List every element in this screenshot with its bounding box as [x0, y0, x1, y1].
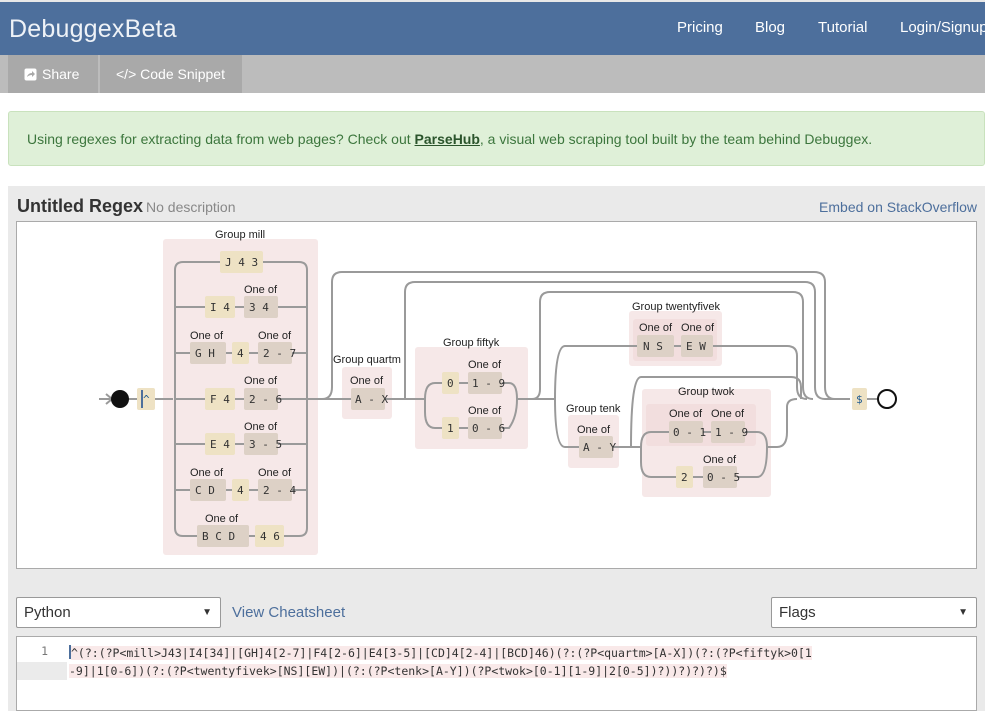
regex-title[interactable]: Untitled Regex	[17, 196, 143, 217]
quartm-class-text: A - X	[355, 393, 388, 406]
share-icon	[24, 68, 37, 80]
group-tenk-label: Group tenk	[566, 403, 621, 415]
share-button[interactable]: Share	[8, 55, 98, 93]
mill-opt5b-text: 3 - 5	[249, 438, 282, 451]
mill-opt7a-text: B C D	[202, 530, 235, 543]
regex-line-1: ^(?:(?P<mill>J43|I4[34]|[GH]4[2-7]|F4[2-…	[71, 646, 812, 660]
twok-a2-oneof: One of	[711, 408, 745, 420]
mill-opt6c-text: 2 - 4	[263, 484, 296, 497]
mill-opt6-oneof-a: One of	[190, 467, 224, 479]
end-anchor-text: $	[856, 393, 863, 406]
alert-text-after: , a visual web scraping tool built by th…	[479, 131, 873, 147]
mill-opt7-oneof: One of	[205, 513, 239, 525]
regex-line-2: -9]|1[0-6])(?:(?P<twentyfivek>[NS][EW])|…	[69, 664, 727, 678]
twok-b2-text: 0 - 5	[707, 471, 740, 484]
mill-opt3c-text: 2 - 7	[263, 347, 296, 360]
nav-login-signup[interactable]: Login/Signup	[900, 19, 985, 36]
caret-down-icon: ▼	[958, 607, 968, 618]
mill-opt5a-text: E 4	[210, 438, 230, 451]
mill-opt3a-text: G H	[195, 347, 215, 360]
parsehub-link[interactable]: ParseHub	[415, 131, 480, 147]
start-anchor-text: ^	[143, 393, 150, 406]
mill-opt7b-text: 4 6	[260, 530, 280, 543]
mill-opt6a-text: C D	[195, 484, 215, 497]
fiftyk-b2-text: 0 - 6	[472, 422, 505, 435]
nav-tutorial[interactable]: Tutorial	[818, 19, 867, 36]
twok-b1-text: 2	[681, 471, 688, 484]
embed-stackoverflow-link[interactable]: Embed on StackOverflow	[819, 199, 977, 215]
mill-opt3-oneof-c: One of	[258, 330, 292, 342]
share-button-label: Share	[42, 66, 80, 82]
regex-code[interactable]: ^(?:(?P<mill>J43|I4[34]|[GH]4[2-7]|F4[2-…	[69, 644, 949, 680]
line-number-continuation	[17, 662, 67, 680]
group-twok-label: Group twok	[678, 386, 735, 398]
caret-down-icon: ▼	[202, 607, 212, 618]
start-node-icon	[111, 390, 129, 408]
railroad-diagram: ^ Group mill J 4 3 I 4 One of 3 4 One of…	[16, 221, 977, 569]
fiftyk-a2-text: 1 - 9	[472, 377, 505, 390]
quartm-oneof: One of	[350, 375, 384, 387]
twentyfivek-b-oneof: One of	[681, 322, 715, 334]
flags-select[interactable]: Flags ▼	[771, 597, 977, 628]
fiftyk-a-oneof: One of	[468, 359, 502, 371]
top-navbar: DebuggexBeta Pricing Blog Tutorial Login…	[0, 0, 985, 55]
end-node-icon	[877, 389, 897, 409]
nav-pricing[interactable]: Pricing	[677, 19, 723, 36]
parsehub-alert: Using regexes for extracting data from w…	[8, 111, 985, 166]
code-snippet-label: </> Code Snippet	[116, 66, 225, 82]
twentyfivek-a-oneof: One of	[639, 322, 673, 334]
tenk-oneof: One of	[577, 424, 611, 436]
twok-a1-oneof: One of	[669, 408, 703, 420]
mill-opt2b-text: 3 4	[249, 301, 269, 314]
twok-a1-text: 0 - 1	[673, 426, 706, 439]
group-quartm-label: Group quartm	[333, 354, 401, 366]
view-cheatsheet-link[interactable]: View Cheatsheet	[232, 604, 345, 621]
alert-text-before: Using regexes for extracting data from w…	[27, 131, 415, 147]
language-select[interactable]: Python ▼	[16, 597, 221, 628]
mill-opt4b-text: 2 - 6	[249, 393, 282, 406]
group-mill-box	[163, 239, 318, 555]
fiftyk-b1-text: 1	[447, 422, 454, 435]
mill-opt3b-text: 4	[237, 347, 244, 360]
twok-b2-oneof: One of	[703, 454, 737, 466]
mill-opt4a-text: F 4	[210, 393, 230, 406]
railroad-svg: ^ Group mill J 4 3 I 4 One of 3 4 One of…	[99, 229, 897, 555]
group-twentyfivek-label: Group twentyfivek	[632, 301, 721, 313]
twentyfivek-b-text: E W	[686, 340, 706, 353]
mill-opt1-text: J 4 3	[225, 256, 258, 269]
fiftyk-a1-text: 0	[447, 377, 454, 390]
toolbar: Share </> Code Snippet	[0, 55, 985, 93]
flags-select-value: Flags	[779, 604, 816, 621]
group-mill-label: Group mill	[215, 229, 265, 241]
twok-a2-text: 1 - 9	[715, 426, 748, 439]
mill-opt2-oneof: One of	[244, 284, 278, 296]
regex-panel: Untitled Regex No description Embed on S…	[8, 186, 985, 711]
mill-opt3-oneof-a: One of	[190, 330, 224, 342]
line-number: 1	[41, 644, 48, 658]
twentyfivek-a-text: N S	[643, 340, 663, 353]
language-select-value: Python	[24, 604, 71, 621]
mill-opt4-oneof: One of	[244, 375, 278, 387]
brand-logo[interactable]: DebuggexBeta	[9, 15, 177, 44]
code-snippet-button[interactable]: </> Code Snippet	[100, 55, 242, 93]
mill-opt5-oneof: One of	[244, 421, 278, 433]
mill-opt6b-text: 4	[237, 484, 244, 497]
nav-blog[interactable]: Blog	[755, 19, 785, 36]
tenk-class-text: A - Y	[583, 441, 616, 454]
mill-opt2a-text: I 4	[210, 301, 230, 314]
group-fiftyk-label: Group fiftyk	[443, 337, 500, 349]
regex-editor[interactable]: 1 ^(?:(?P<mill>J43|I4[34]|[GH]4[2-7]|F4[…	[16, 636, 977, 711]
regex-description[interactable]: No description	[146, 199, 236, 215]
mill-opt6-oneof-c: One of	[258, 467, 292, 479]
editor-gutter: 1	[17, 637, 67, 711]
fiftyk-b-oneof: One of	[468, 405, 502, 417]
